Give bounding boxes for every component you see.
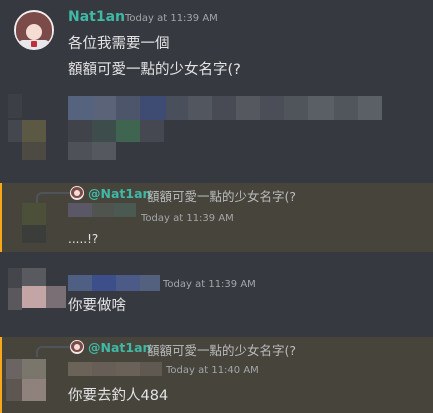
censored-avatar-part: [46, 286, 66, 308]
censored-avatar-part: [6, 359, 22, 379]
censored-avatar-part: [22, 286, 46, 308]
username[interactable]: Nat1an: [68, 9, 125, 25]
reply-avatar-icon: [70, 340, 84, 354]
censored-name-part: [92, 362, 116, 376]
avatar-face: [26, 24, 42, 40]
censored-name-part: [114, 203, 136, 217]
avatar-tie: [31, 41, 37, 47]
censored-avatar-part: [6, 379, 22, 401]
censored-avatar-part: [22, 379, 46, 401]
reply-connector: [36, 192, 72, 203]
message-reply-2[interactable]: @Nat1an 額額可愛一點的少女名字(? Today at 11:40 AM …: [0, 337, 433, 413]
message-line-1: 各位我需要一個: [68, 36, 170, 52]
censored-avatar: [22, 359, 46, 379]
message-text: 你要做啥: [68, 298, 126, 314]
reply-mention[interactable]: @Nat1an: [88, 340, 151, 355]
timestamp: Today at 11:39 AM: [125, 13, 218, 24]
censored-name-part: [116, 362, 140, 376]
censored-name-part: [140, 362, 162, 376]
censored-name: [68, 203, 92, 217]
reply-avatar-icon: [70, 186, 84, 200]
message-reply-1[interactable]: @Nat1an 額額可愛一點的少女名字(? Today at 11:39 AM …: [0, 183, 433, 252]
censored-name: [68, 362, 92, 376]
message-text: .....!?: [68, 232, 99, 246]
censored-name: [68, 275, 92, 291]
censored-avatar-part: [8, 268, 22, 288]
reply-preview[interactable]: 額額可愛一點的少女名字(?: [147, 340, 296, 359]
censored-avatar: [22, 203, 46, 225]
censored-avatar-part: [22, 225, 46, 243]
reply-connector: [36, 346, 72, 357]
censored-name-part: [140, 275, 160, 291]
timestamp: Today at 11:39 AM: [163, 279, 256, 290]
censored-name-part: [92, 203, 114, 217]
reply-mention[interactable]: @Nat1an: [88, 186, 151, 201]
timestamp: Today at 11:39 AM: [141, 213, 234, 224]
message-line-2: 額額可愛一點的少女名字(?: [68, 62, 241, 78]
censored-avatar: [22, 268, 46, 286]
avatar[interactable]: [14, 10, 54, 50]
message-text: 你要去釣人484: [68, 388, 169, 404]
reply-preview[interactable]: 額額可愛一點的少女名字(?: [147, 186, 296, 205]
censored-avatar-part: [8, 288, 22, 310]
censored-name-part: [116, 275, 140, 291]
censored-name-part: [92, 275, 116, 291]
timestamp: Today at 11:40 AM: [166, 365, 259, 376]
